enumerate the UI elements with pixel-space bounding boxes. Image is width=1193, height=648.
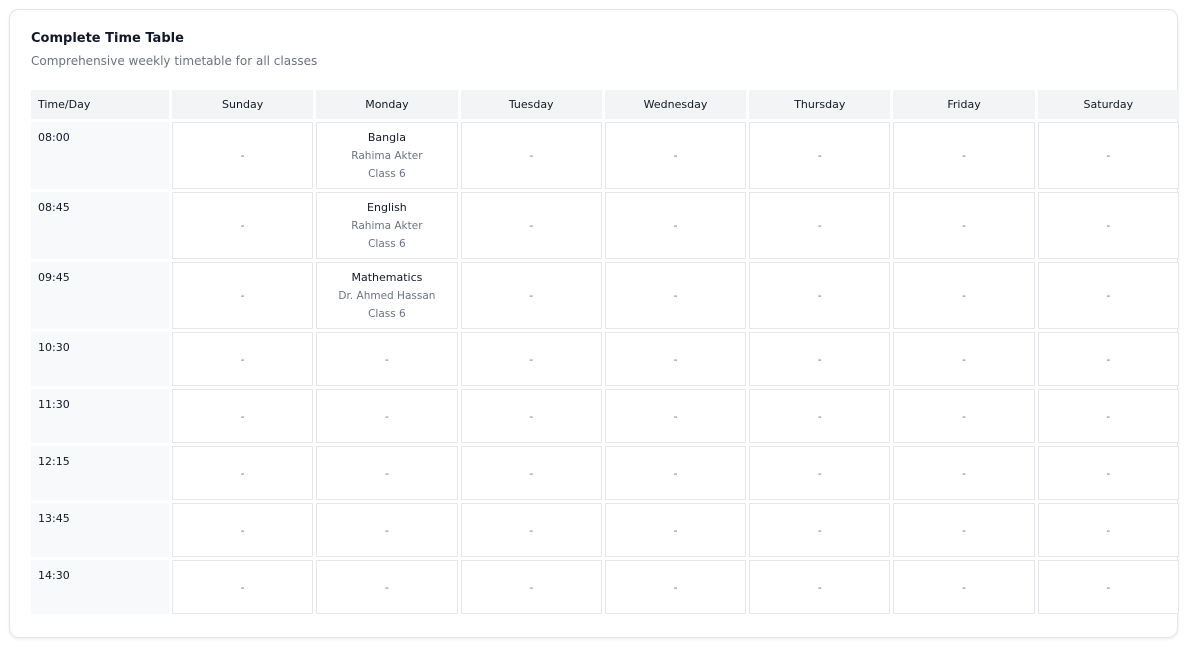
timetable-cell-empty[interactable]: - (604, 332, 747, 386)
timetable-cell-empty[interactable]: - (893, 262, 1035, 329)
timetable-cell-empty[interactable]: - (749, 389, 891, 443)
subject-name: Mathematics (351, 270, 423, 284)
timetable-cell-empty[interactable]: - (893, 389, 1035, 443)
timetable-cell-empty[interactable]: - (1037, 503, 1179, 557)
card-title: Complete Time Table (31, 31, 184, 46)
time-slot-label: 08:45 (31, 192, 169, 259)
timetable-cell-empty[interactable]: - (604, 503, 747, 557)
timetable-cell-empty[interactable]: - (893, 122, 1035, 189)
timetable-cell-empty[interactable]: - (172, 332, 314, 386)
timetable-cell-empty[interactable]: - (893, 446, 1035, 500)
timetable-cell-empty[interactable]: - (1037, 192, 1179, 259)
timetable-cell-empty[interactable]: - (893, 503, 1035, 557)
header-day: Wednesday (604, 90, 747, 119)
timetable-cell-empty[interactable]: - (1037, 122, 1179, 189)
header-day: Friday (893, 90, 1035, 119)
timetable: Time/Day Sunday Monday Tuesday Wednesday… (28, 87, 1182, 617)
header-time-day: Time/Day (31, 90, 169, 119)
header-day: Sunday (172, 90, 314, 119)
header-day: Thursday (749, 90, 891, 119)
timetable-row: 08:00- Bangla Rahima Akter Class 6----- (31, 122, 1179, 189)
timetable-cell-empty[interactable]: - (460, 262, 602, 329)
timetable-cell-empty[interactable]: - (172, 192, 314, 259)
timetable-cell-empty[interactable]: - (172, 122, 314, 189)
timetable-cell-empty[interactable]: - (460, 192, 602, 259)
timetable-card: Complete Time Table Comprehensive weekly… (9, 9, 1179, 638)
timetable-cell-empty[interactable]: - (749, 192, 891, 259)
timetable-cell-empty[interactable]: - (749, 122, 891, 189)
timetable-cell-empty[interactable]: - (460, 122, 602, 189)
timetable-cell-empty[interactable]: - (749, 262, 891, 329)
class-name: Class 6 (368, 167, 406, 180)
timetable-cell-filled[interactable]: English Rahima Akter Class 6 (316, 192, 458, 259)
teacher-name: Rahima Akter (351, 149, 423, 162)
timetable-cell-empty[interactable]: - (172, 446, 314, 500)
teacher-name: Rahima Akter (351, 219, 423, 232)
timetable-cell-empty[interactable]: - (1037, 560, 1179, 614)
time-slot-label: 12:15 (31, 446, 169, 500)
timetable-cell-filled[interactable]: Bangla Rahima Akter Class 6 (316, 122, 458, 189)
timetable-cell-empty[interactable]: - (316, 446, 458, 500)
timetable-cell-empty[interactable]: - (749, 560, 891, 614)
timetable-cell-empty[interactable]: - (460, 446, 602, 500)
timetable-cell-empty[interactable]: - (893, 192, 1035, 259)
subject-name: Bangla (367, 130, 406, 144)
card-subtitle: Comprehensive weekly timetable for all c… (31, 54, 318, 68)
timetable-row: 10:30- - - - - - - (31, 332, 1179, 386)
timetable-cell-empty[interactable]: - (316, 332, 458, 386)
timetable-cell-empty[interactable]: - (460, 560, 602, 614)
timetable-cell-empty[interactable]: - (172, 503, 314, 557)
timetable-cell-empty[interactable]: - (604, 389, 747, 443)
timetable-cell-empty[interactable]: - (460, 389, 602, 443)
timetable-cell-empty[interactable]: - (1037, 389, 1179, 443)
time-slot-label: 11:30 (31, 389, 169, 443)
timetable-cell-empty[interactable]: - (749, 446, 891, 500)
timetable-cell-empty[interactable]: - (316, 389, 458, 443)
timetable-cell-empty[interactable]: - (316, 503, 458, 557)
timetable-cell-empty[interactable]: - (460, 332, 602, 386)
timetable-row: 12:15- - - - - - - (31, 446, 1179, 500)
timetable-cell-empty[interactable]: - (604, 446, 747, 500)
timetable-cell-empty[interactable]: - (749, 503, 891, 557)
timetable-cell-empty[interactable]: - (604, 192, 747, 259)
time-slot-label: 08:00 (31, 122, 169, 189)
header-day: Monday (316, 90, 458, 119)
timetable-cell-empty[interactable]: - (460, 503, 602, 557)
teacher-name: Dr. Ahmed Hassan (338, 289, 436, 302)
timetable-row: 13:45- - - - - - - (31, 503, 1179, 557)
timetable-cell-empty[interactable]: - (172, 560, 314, 614)
timetable-cell-empty[interactable]: - (1037, 446, 1179, 500)
timetable-cell-empty[interactable]: - (893, 332, 1035, 386)
subject-name: English (367, 200, 407, 214)
timetable-cell-empty[interactable]: - (172, 262, 314, 329)
timetable-cell-empty[interactable]: - (604, 560, 747, 614)
timetable-cell-empty[interactable]: - (316, 560, 458, 614)
header-day: Saturday (1037, 90, 1179, 119)
class-name: Class 6 (368, 237, 406, 250)
timetable-cell-empty[interactable]: - (604, 262, 747, 329)
timetable-row: 09:45- Mathematics Dr. Ahmed Hassan Class 6… (31, 262, 1179, 329)
time-slot-label: 13:45 (31, 503, 169, 557)
timetable-row: 08:45- English Rahima Akter Class 6----- (31, 192, 1179, 259)
class-name: Class 6 (368, 307, 406, 320)
time-slot-label: 14:30 (31, 560, 169, 614)
timetable-cell-empty[interactable]: - (893, 560, 1035, 614)
timetable-row: 11:30- - - - - - - (31, 389, 1179, 443)
timetable-body: 08:00- Bangla Rahima Akter Class 6- - - - -08:4… (31, 122, 1179, 614)
timetable-row: 14:30- - - - - - - (31, 560, 1179, 614)
timetable-cell-empty[interactable]: - (1037, 332, 1179, 386)
timetable-cell-empty[interactable]: - (604, 122, 747, 189)
header-day: Tuesday (460, 90, 602, 119)
timetable-cell-empty[interactable]: - (749, 332, 891, 386)
timetable-header-row: Time/Day Sunday Monday Tuesday Wednesday… (31, 90, 1179, 119)
timetable-cell-empty[interactable]: - (1037, 262, 1179, 329)
time-slot-label: 09:45 (31, 262, 169, 329)
timetable-cell-filled[interactable]: Mathematics Dr. Ahmed Hassan Class 6 (316, 262, 458, 329)
time-slot-label: 10:30 (31, 332, 169, 386)
timetable-cell-empty[interactable]: - (172, 389, 314, 443)
